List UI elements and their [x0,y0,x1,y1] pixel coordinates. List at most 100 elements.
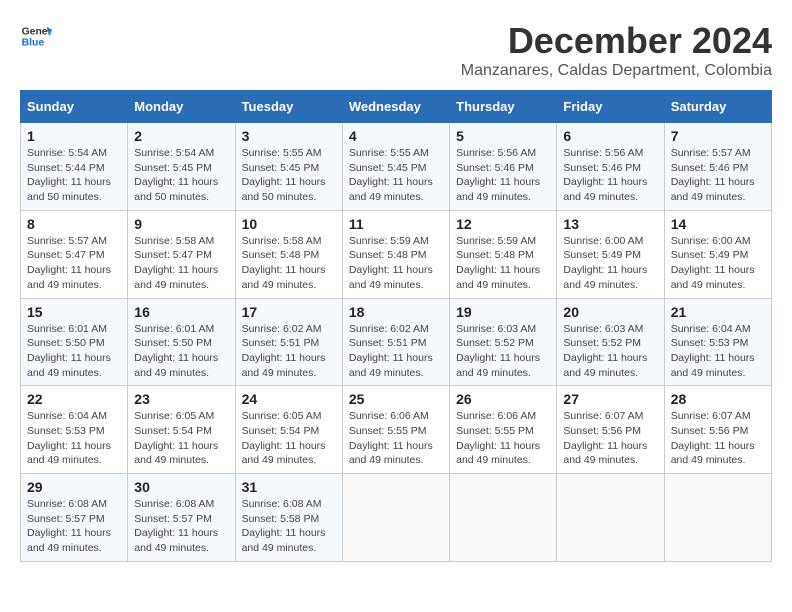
day-info: Sunrise: 5:59 AM Sunset: 5:48 PM Dayligh… [349,234,443,293]
calendar-cell: 12 Sunrise: 5:59 AM Sunset: 5:48 PM Dayli… [450,210,557,298]
day-number: 2 [134,128,228,144]
calendar-cell: 13 Sunrise: 6:00 AM Sunset: 5:49 PM Dayli… [557,210,664,298]
calendar-day-header: Sunday [21,91,128,123]
day-number: 23 [134,391,228,407]
calendar-day-header: Thursday [450,91,557,123]
calendar-cell: 14 Sunrise: 6:00 AM Sunset: 5:49 PM Dayli… [664,210,771,298]
calendar-cell: 26 Sunrise: 6:06 AM Sunset: 5:55 PM Dayli… [450,386,557,474]
day-info: Sunrise: 6:05 AM Sunset: 5:54 PM Dayligh… [242,409,336,468]
day-number: 12 [456,216,550,232]
day-info: Sunrise: 6:02 AM Sunset: 5:51 PM Dayligh… [242,322,336,381]
day-info: Sunrise: 6:03 AM Sunset: 5:52 PM Dayligh… [563,322,657,381]
day-info: Sunrise: 5:56 AM Sunset: 5:46 PM Dayligh… [563,146,657,205]
calendar-day-header: Wednesday [342,91,449,123]
day-info: Sunrise: 6:06 AM Sunset: 5:55 PM Dayligh… [456,409,550,468]
day-number: 13 [563,216,657,232]
calendar-day-header: Friday [557,91,664,123]
calendar-cell: 6 Sunrise: 5:56 AM Sunset: 5:46 PM Daylig… [557,123,664,211]
logo-icon: General Blue [20,20,52,52]
calendar-cell: 25 Sunrise: 6:06 AM Sunset: 5:55 PM Dayli… [342,386,449,474]
day-info: Sunrise: 6:01 AM Sunset: 5:50 PM Dayligh… [27,322,121,381]
calendar-table: SundayMondayTuesdayWednesdayThursdayFrid… [20,90,772,562]
calendar-cell: 16Sunrise: 6:01 AM Sunset: 5:50 PM Dayli… [128,298,235,386]
day-number: 11 [349,216,443,232]
day-info: Sunrise: 6:08 AM Sunset: 5:57 PM Dayligh… [134,497,228,556]
day-info: Sunrise: 6:05 AM Sunset: 5:54 PM Dayligh… [134,409,228,468]
day-number: 10 [242,216,336,232]
calendar-cell [664,474,771,562]
calendar-cell: 17 Sunrise: 6:02 AM Sunset: 5:51 PM Dayli… [235,298,342,386]
day-number: 19 [456,304,550,320]
day-info: Sunrise: 6:00 AM Sunset: 5:49 PM Dayligh… [671,234,765,293]
calendar-cell: 4 Sunrise: 5:55 AM Sunset: 5:45 PM Daylig… [342,123,449,211]
calendar-cell: 7Sunrise: 5:57 AM Sunset: 5:46 PM Daylig… [664,123,771,211]
calendar-cell: 31 Sunrise: 6:08 AM Sunset: 5:58 PM Dayli… [235,474,342,562]
day-info: Sunrise: 5:58 AM Sunset: 5:48 PM Dayligh… [242,234,336,293]
day-number: 6 [563,128,657,144]
calendar-week-row: 1Sunrise: 5:54 AM Sunset: 5:44 PM Daylig… [21,123,772,211]
day-number: 21 [671,304,765,320]
calendar-cell: 27 Sunrise: 6:07 AM Sunset: 5:56 PM Dayli… [557,386,664,474]
day-info: Sunrise: 5:58 AM Sunset: 5:47 PM Dayligh… [134,234,228,293]
day-info: Sunrise: 6:00 AM Sunset: 5:49 PM Dayligh… [563,234,657,293]
calendar-week-row: 8 Sunrise: 5:57 AM Sunset: 5:47 PM Daylig… [21,210,772,298]
day-info: Sunrise: 5:56 AM Sunset: 5:46 PM Dayligh… [456,146,550,205]
calendar-cell: 20 Sunrise: 6:03 AM Sunset: 5:52 PM Dayli… [557,298,664,386]
day-info: Sunrise: 6:03 AM Sunset: 5:52 PM Dayligh… [456,322,550,381]
calendar-cell: 28 Sunrise: 6:07 AM Sunset: 5:56 PM Dayli… [664,386,771,474]
day-info: Sunrise: 5:55 AM Sunset: 5:45 PM Dayligh… [242,146,336,205]
calendar-week-row: 15 Sunrise: 6:01 AM Sunset: 5:50 PM Dayli… [21,298,772,386]
day-number: 29 [27,479,121,495]
day-number: 26 [456,391,550,407]
subtitle: Manzanares, Caldas Department, Colombia [461,62,772,80]
calendar-cell [342,474,449,562]
calendar-cell [450,474,557,562]
day-info: Sunrise: 5:55 AM Sunset: 5:45 PM Dayligh… [349,146,443,205]
day-info: Sunrise: 6:02 AM Sunset: 5:51 PM Dayligh… [349,322,443,381]
main-title: December 2024 [461,20,772,62]
calendar-cell: 22Sunrise: 6:04 AM Sunset: 5:53 PM Dayli… [21,386,128,474]
calendar-day-header: Saturday [664,91,771,123]
day-info: Sunrise: 6:01 AM Sunset: 5:50 PM Dayligh… [134,322,228,381]
day-info: Sunrise: 6:08 AM Sunset: 5:57 PM Dayligh… [27,497,121,556]
day-number: 20 [563,304,657,320]
day-number: 5 [456,128,550,144]
calendar-cell: 30Sunrise: 6:08 AM Sunset: 5:57 PM Dayli… [128,474,235,562]
day-number: 8 [27,216,121,232]
day-number: 27 [563,391,657,407]
day-info: Sunrise: 5:57 AM Sunset: 5:47 PM Dayligh… [27,234,121,293]
header: General Blue December 2024 Manzanares, C… [20,20,772,80]
day-info: Sunrise: 5:54 AM Sunset: 5:44 PM Dayligh… [27,146,121,205]
day-number: 28 [671,391,765,407]
title-section: December 2024 Manzanares, Caldas Departm… [461,20,772,80]
day-info: Sunrise: 6:08 AM Sunset: 5:58 PM Dayligh… [242,497,336,556]
day-info: Sunrise: 6:06 AM Sunset: 5:55 PM Dayligh… [349,409,443,468]
day-number: 31 [242,479,336,495]
day-number: 14 [671,216,765,232]
day-number: 17 [242,304,336,320]
svg-text:Blue: Blue [22,38,45,49]
calendar-cell: 5 Sunrise: 5:56 AM Sunset: 5:46 PM Daylig… [450,123,557,211]
calendar-cell: 18Sunrise: 6:02 AM Sunset: 5:51 PM Dayli… [342,298,449,386]
calendar-cell: 19 Sunrise: 6:03 AM Sunset: 5:52 PM Dayli… [450,298,557,386]
day-info: Sunrise: 6:07 AM Sunset: 5:56 PM Dayligh… [671,409,765,468]
calendar-week-row: 29 Sunrise: 6:08 AM Sunset: 5:57 PM Dayli… [21,474,772,562]
calendar-cell: 24 Sunrise: 6:05 AM Sunset: 5:54 PM Dayli… [235,386,342,474]
day-info: Sunrise: 6:04 AM Sunset: 5:53 PM Dayligh… [671,322,765,381]
calendar-cell: 29 Sunrise: 6:08 AM Sunset: 5:57 PM Dayli… [21,474,128,562]
day-number: 25 [349,391,443,407]
calendar-header-row: SundayMondayTuesdayWednesdayThursdayFrid… [21,91,772,123]
day-number: 22 [27,391,121,407]
logo: General Blue [20,20,52,52]
calendar-day-header: Monday [128,91,235,123]
calendar-cell: 15 Sunrise: 6:01 AM Sunset: 5:50 PM Dayli… [21,298,128,386]
day-info: Sunrise: 6:07 AM Sunset: 5:56 PM Dayligh… [563,409,657,468]
day-number: 4 [349,128,443,144]
day-number: 24 [242,391,336,407]
calendar-cell: 3Sunrise: 5:55 AM Sunset: 5:45 PM Daylig… [235,123,342,211]
day-number: 15 [27,304,121,320]
calendar-day-header: Tuesday [235,91,342,123]
day-info: Sunrise: 5:59 AM Sunset: 5:48 PM Dayligh… [456,234,550,293]
calendar-cell: 2Sunrise: 5:54 AM Sunset: 5:45 PM Daylig… [128,123,235,211]
calendar-cell [557,474,664,562]
